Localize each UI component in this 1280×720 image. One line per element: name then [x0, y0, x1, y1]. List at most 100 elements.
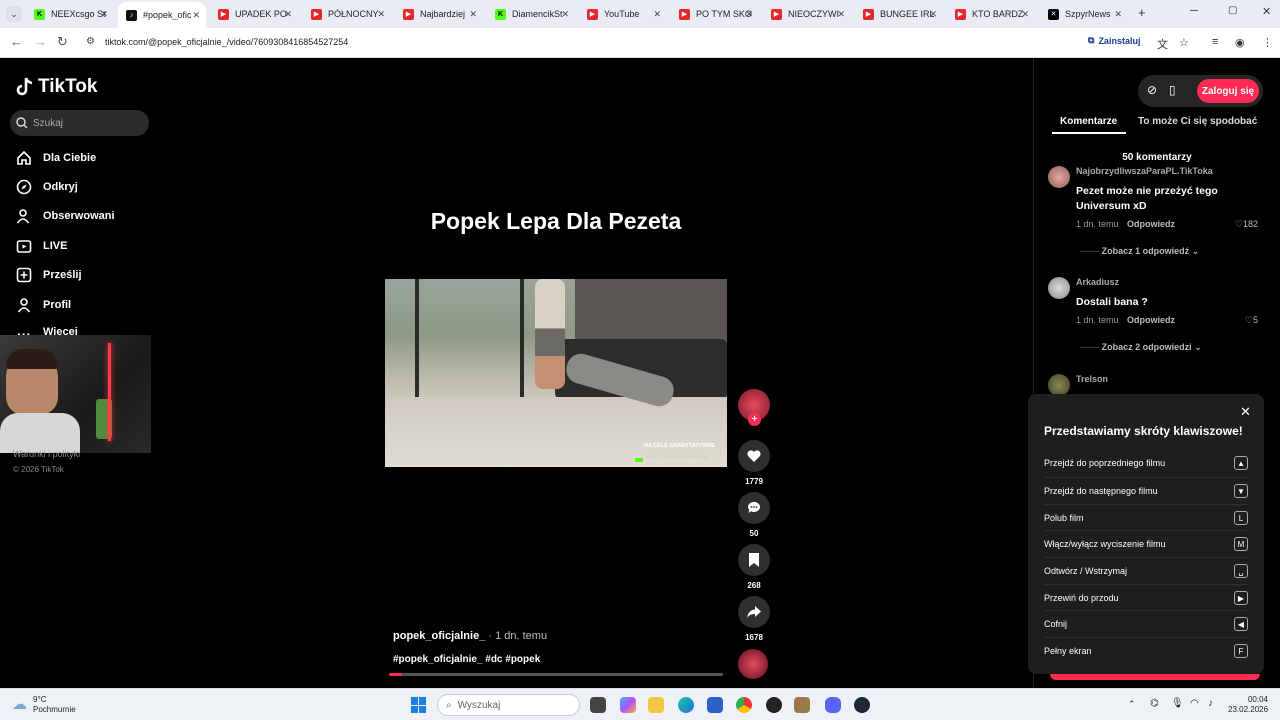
close-tab-icon[interactable]: ✕	[1021, 9, 1029, 20]
comment-meta: 1 dn. temu Odpowiedz	[1076, 315, 1176, 325]
clock[interactable]: 00:04 23.02.2026	[1228, 695, 1268, 715]
view-replies-button[interactable]: ─── Zobacz 2 odpowiedzi ⌄	[1080, 342, 1202, 353]
browser-tab[interactable]: ▶ KTO BARDZ ✕	[947, 4, 1035, 24]
video-hashtags[interactable]: #popek_oficjalnie_ #dc #popek	[393, 654, 540, 665]
explore-icon[interactable]: ⊘	[1147, 83, 1157, 97]
bookmark-star-icon[interactable]: ☆	[1179, 36, 1189, 49]
browser-tab[interactable]: ▶ NIEOCZYWI ✕	[763, 4, 851, 24]
tab-related[interactable]: To może Ci się spodobać	[1138, 116, 1257, 127]
device-icon[interactable]: ▯	[1169, 83, 1176, 97]
browser-tab[interactable]: ▶ BUNGEE IRL ✕	[855, 4, 943, 24]
close-tab-icon[interactable]: ✕	[469, 9, 477, 20]
avatar[interactable]	[1048, 374, 1070, 396]
chrome-icon[interactable]	[736, 697, 752, 713]
author-name[interactable]: popek_oficjalnie_	[393, 630, 485, 642]
steam-icon[interactable]	[854, 697, 870, 713]
close-tab-icon[interactable]: ✕	[192, 10, 200, 21]
video-player[interactable]: NA CELE CHARYTATYWNE 1 005,13 zł / 10 00…	[385, 279, 727, 467]
reload-icon[interactable]: ↻	[57, 34, 68, 50]
sidebar-item-following[interactable]: Obserwowani	[16, 208, 115, 224]
forward-icon[interactable]: →	[34, 34, 47, 49]
discord-icon[interactable]	[825, 697, 841, 713]
music-disc-button[interactable]	[738, 649, 770, 679]
maximize-button[interactable]: ▢	[1228, 5, 1237, 16]
install-app-button[interactable]: ⧉ Zainstaluj	[1088, 35, 1140, 46]
close-tab-icon[interactable]: ✕	[561, 9, 569, 20]
volume-icon[interactable]: ♪	[1208, 698, 1213, 709]
login-button[interactable]: Zaloguj się	[1197, 79, 1259, 103]
browser-tab[interactable]: ♪ #popek_ofic ✕	[118, 2, 206, 28]
close-tab-icon[interactable]: ✕	[929, 9, 937, 20]
app-icon[interactable]	[794, 697, 810, 713]
task-view-icon[interactable]	[590, 697, 606, 713]
follow-plus-icon[interactable]: +	[748, 413, 761, 426]
avatar[interactable]	[1048, 277, 1070, 299]
wifi-icon[interactable]: ◠	[1190, 698, 1199, 709]
video-progress-bar[interactable]	[389, 673, 723, 676]
microphone-icon[interactable]: 🎙	[1171, 698, 1184, 709]
comment-like-button[interactable]: ♡5	[1245, 315, 1258, 326]
creator-avatar-button[interactable]: +	[738, 389, 770, 426]
tray-chevron-icon[interactable]: ⌃	[1128, 699, 1136, 710]
video-author[interactable]: popek_oficjalnie_ · 1 dn. temu	[393, 630, 547, 642]
address-bar[interactable]: ⚙ tiktok.com/@popek_oficjalnie_/video/76…	[80, 32, 1200, 54]
minimize-button[interactable]: ─	[1190, 5, 1198, 17]
reply-button[interactable]: Odpowiedz	[1127, 315, 1175, 325]
browser-tab[interactable]: ▶ PÓŁNOCNY ✕	[303, 4, 391, 24]
close-tab-icon[interactable]: ✕	[745, 9, 753, 20]
like-button[interactable]: 1779	[738, 440, 770, 486]
comment-input-bar[interactable]	[1050, 674, 1260, 680]
comment-user[interactable]: Trelson	[1076, 374, 1108, 384]
close-tab-icon[interactable]: ✕	[653, 9, 661, 20]
translate-icon[interactable]: 文	[1157, 36, 1168, 52]
store-icon[interactable]	[707, 697, 723, 713]
comment-user[interactable]: Arkadiusz	[1076, 277, 1119, 287]
tab-menu-button[interactable]: ⌄	[6, 6, 22, 22]
copilot-icon[interactable]	[620, 697, 636, 713]
browser-tab[interactable]: ▶ PO TYM SKO ✕	[671, 4, 759, 24]
comment-like-button[interactable]: ♡182	[1235, 219, 1258, 230]
sidebar-item-for-you[interactable]: Dla Ciebie	[16, 150, 96, 166]
profile-icon[interactable]: ◉	[1235, 36, 1245, 49]
browser-tab[interactable]: K NEEXcsgo St ✕	[26, 4, 114, 24]
start-windows-icon[interactable]	[411, 697, 427, 713]
avatar[interactable]	[1048, 166, 1070, 188]
network-icon[interactable]: ⌬	[1150, 698, 1159, 709]
taskbar-search-input[interactable]: ⌕ Wyszukaj	[437, 694, 580, 716]
close-tab-icon[interactable]: ✕	[377, 9, 385, 20]
sidebar-item-upload[interactable]: Prześlij	[16, 267, 82, 283]
obs-icon[interactable]	[766, 697, 782, 713]
file-explorer-icon[interactable]	[648, 697, 664, 713]
comment-button[interactable]: 50	[738, 492, 770, 538]
comment-user[interactable]: NajobrzydliwszaParaPL.TikToka	[1076, 166, 1213, 176]
reply-button[interactable]: Odpowiedz	[1127, 219, 1175, 229]
view-replies-button[interactable]: ─── Zobacz 1 odpowiedź ⌄	[1080, 246, 1199, 257]
close-tab-icon[interactable]: ✕	[100, 9, 108, 20]
close-tab-icon[interactable]: ✕	[1114, 9, 1122, 20]
search-input[interactable]: Szukaj	[10, 110, 149, 136]
site-info-icon[interactable]: ⚙	[86, 36, 95, 47]
browser-tab[interactable]: ▶ UPADEK PO ✕	[210, 4, 298, 24]
close-window-button[interactable]: ✕	[1262, 5, 1271, 18]
share-button[interactable]: 1678	[738, 596, 770, 642]
terms-link[interactable]: Warunki i polityki	[13, 449, 80, 459]
tiktok-logo[interactable]: TikTok	[16, 76, 97, 98]
back-icon[interactable]: ←	[10, 34, 23, 49]
sidebar-item-profile[interactable]: Profil	[16, 297, 71, 313]
tab-comments[interactable]: Komentarze	[1060, 116, 1117, 127]
edge-icon[interactable]	[678, 697, 694, 713]
browser-tab[interactable]: ▶ YouTube ✕	[579, 4, 667, 24]
close-tab-icon[interactable]: ✕	[837, 9, 845, 20]
close-tab-icon[interactable]: ✕	[284, 9, 292, 20]
save-button[interactable]: 268	[738, 544, 770, 590]
sidebar-item-explore[interactable]: Odkryj	[16, 179, 78, 195]
browser-menu-icon[interactable]: ⋮	[1262, 36, 1273, 49]
sidebar-item-live[interactable]: LIVE	[16, 238, 67, 254]
weather-widget[interactable]: ☁ 9°C Pochmurnie	[12, 695, 76, 715]
new-tab-button[interactable]: +	[1138, 5, 1146, 20]
reading-list-icon[interactable]: ≡	[1212, 36, 1218, 48]
close-icon[interactable]: ✕	[1240, 404, 1251, 420]
browser-tab[interactable]: ✕ SzpyrNews ✕	[1040, 4, 1128, 24]
browser-tab[interactable]: ▶ Najbardziej ✕	[395, 4, 483, 24]
browser-tab[interactable]: K DiamencikSt ✕	[487, 4, 575, 24]
